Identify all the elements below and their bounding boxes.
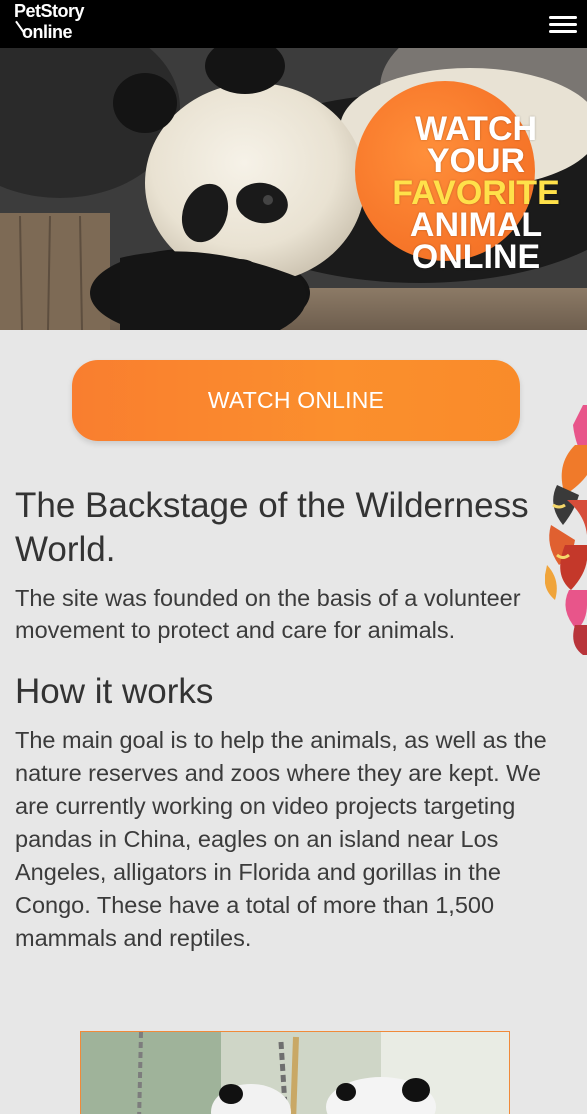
how-it-works-paragraph: The main goal is to help the animals, as… <box>15 727 547 951</box>
pandas-image-card[interactable] <box>80 1031 510 1114</box>
hero-headline: WATCH YOUR FAVORITE ANIMAL ONLINE <box>376 110 576 276</box>
hero-line-2: YOUR <box>426 142 526 180</box>
site-logo[interactable]: PetStory online <box>14 1 85 43</box>
about-paragraph: The site was founded on the basis of a v… <box>15 585 521 643</box>
logo-line-1: PetStory <box>14 1 85 21</box>
top-navigation-bar: PetStory online <box>0 0 587 48</box>
hero-line-5: ONLINE <box>411 238 541 276</box>
about-heading: The Backstage of the Wilderness World. <box>15 486 529 569</box>
hero-line-1: WATCH <box>414 110 538 148</box>
watch-online-button[interactable]: WATCH ONLINE <box>72 360 520 441</box>
main-content: The Backstage of the Wilderness World. T… <box>15 484 570 955</box>
hamburger-menu-icon[interactable] <box>549 14 577 34</box>
pandas-photo <box>81 1032 509 1114</box>
page: PetStory online WATCH YOUR FAVORITE ANIM… <box>0 0 587 1114</box>
how-it-works-heading: How it works <box>15 672 214 711</box>
hero-banner: WATCH YOUR FAVORITE ANIMAL ONLINE <box>0 48 587 330</box>
hero-line-3: FAVORITE <box>392 174 560 212</box>
hero-line-4: ANIMAL <box>409 206 543 244</box>
logo-line-2: online <box>22 22 73 42</box>
